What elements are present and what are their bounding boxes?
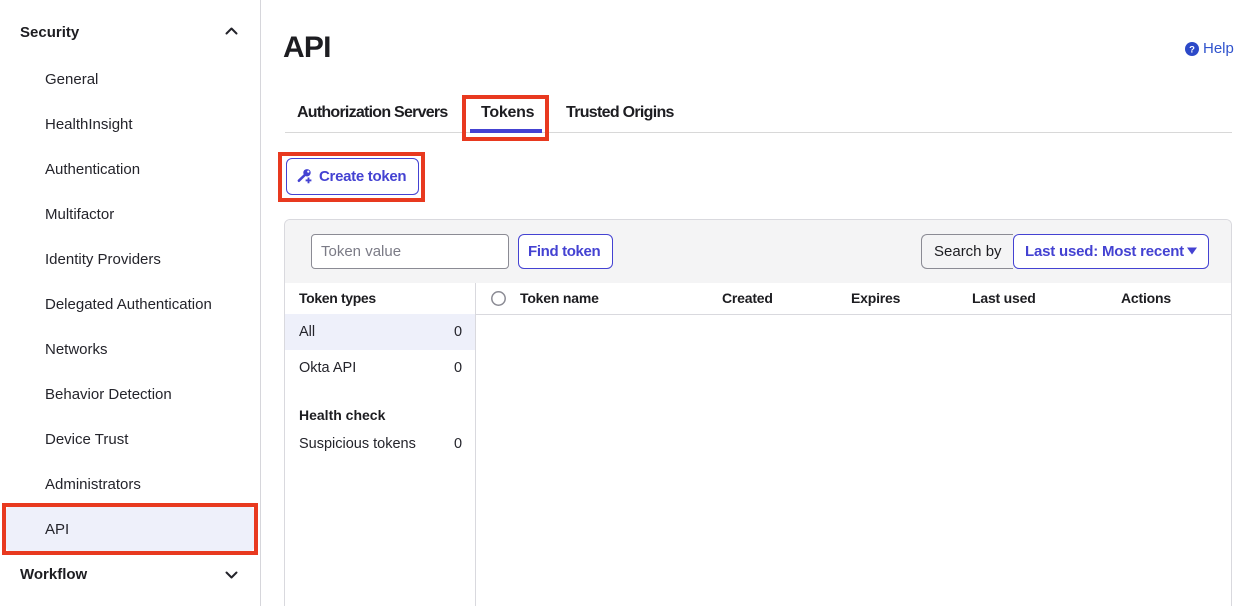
svg-text:?: ? [1189,44,1195,55]
